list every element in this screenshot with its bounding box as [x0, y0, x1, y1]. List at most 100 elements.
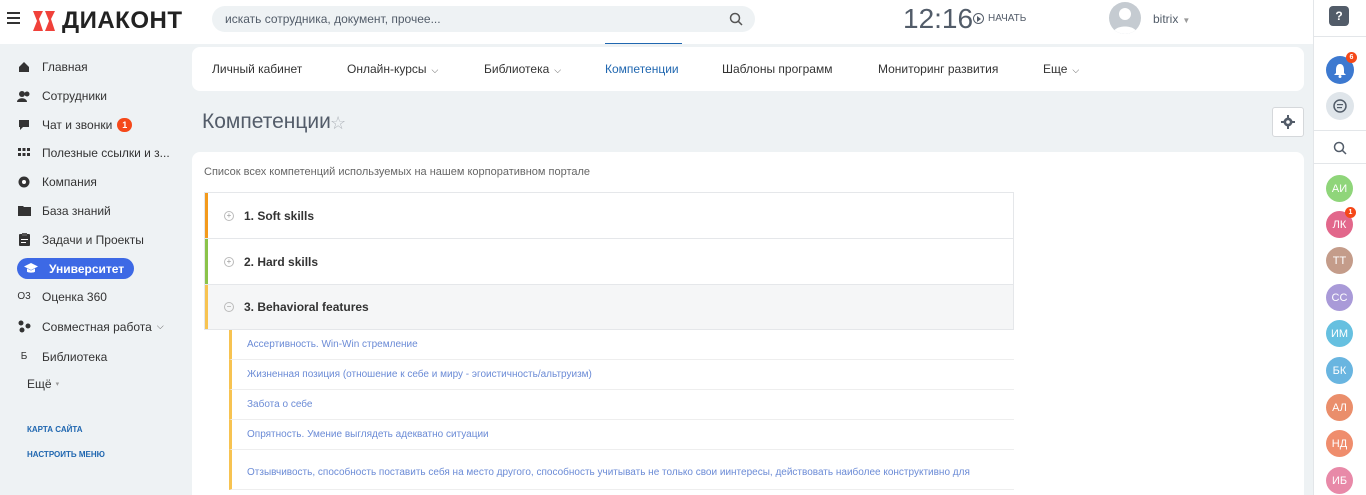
sidebar-item-university[interactable]: Университет — [17, 258, 135, 279]
contact-avatar[interactable]: АЛ — [1326, 394, 1353, 421]
caret-down-icon: ▼ — [1182, 16, 1191, 25]
logo-icon[interactable] — [29, 7, 59, 35]
tasks-icon — [17, 233, 31, 247]
section-label: 1. Soft skills — [244, 208, 315, 223]
list-item[interactable]: Ассертивность. Win-Win стремление — [229, 330, 1014, 360]
tab-development-monitoring[interactable]: Мониторинг развития — [878, 62, 998, 76]
chat-bubble-icon — [1333, 99, 1347, 113]
bell-icon — [1334, 63, 1346, 78]
start-workday-button[interactable]: НАЧАТЬ — [973, 13, 1026, 24]
chevron-down-icon: ⌵ — [1072, 65, 1080, 75]
chevron-down-icon: ⌵ — [431, 65, 439, 75]
tab-more[interactable]: Еще ⌵ — [1043, 62, 1079, 76]
sitemap-link[interactable]: КАРТА САЙТА — [27, 425, 83, 434]
sidebar-item-label: База знаний — [42, 203, 111, 218]
graduation-cap-icon — [24, 262, 38, 276]
active-tab-underline — [605, 43, 682, 44]
contact-avatar[interactable]: ЛК 1 — [1326, 207, 1356, 238]
section-color-bar — [205, 239, 208, 284]
contact-avatar[interactable]: АИ — [1326, 175, 1353, 202]
home-icon — [17, 60, 31, 74]
sidebar-item-assessment[interactable]: O3 Оценка 360 — [17, 286, 117, 307]
section-hard-skills[interactable]: + 2. Hard skills — [204, 238, 1014, 284]
divider — [1314, 130, 1366, 131]
menu-burger-icon[interactable] — [7, 12, 21, 26]
top-menu: Личный кабинет Онлайн-курсы ⌵ Библиотека ⌵… — [192, 47, 1304, 91]
tab-online-courses[interactable]: Онлайн-курсы ⌵ — [347, 62, 438, 76]
settings-button[interactable] — [1272, 107, 1304, 137]
sidebar-item-library[interactable]: Б Библиотека — [17, 346, 117, 367]
contact-avatar[interactable]: ТТ — [1326, 247, 1353, 274]
sidebar-item-employees[interactable]: Сотрудники — [17, 85, 117, 106]
expand-icon[interactable]: + — [224, 210, 234, 221]
list-item[interactable]: Опрятность. Умение выглядеть адекватно с… — [229, 420, 1014, 450]
section-label: 2. Hard skills — [244, 254, 319, 269]
contact-avatar[interactable]: БК — [1326, 357, 1353, 384]
sidebar-item-chat[interactable]: Чат и звонки 1 — [17, 114, 142, 135]
page-title: Компетенции — [202, 110, 331, 133]
tab-label: Еще — [1043, 62, 1068, 76]
tab-label: Шаблоны программ — [722, 62, 833, 76]
sidebar-item-label: Университет — [49, 261, 125, 276]
sidebar-item-label: Сотрудники — [42, 88, 107, 103]
sidebar-item-home[interactable]: Главная — [17, 56, 98, 77]
play-icon — [973, 13, 984, 24]
expand-icon[interactable]: + — [224, 256, 234, 267]
page-description: Список всех компетенций используемых на … — [204, 166, 591, 178]
sidebar-item-label: Задачи и Проекты — [42, 232, 144, 247]
sidebar-item-knowledge-base[interactable]: База знаний — [17, 200, 121, 221]
gear-icon — [1281, 115, 1295, 129]
section-behavioral-features[interactable]: − 3. Behavioral features — [204, 284, 1014, 330]
user-menu[interactable]: bitrix ▼ — [1153, 12, 1190, 26]
sidebar-item-label: Компания — [42, 174, 97, 189]
contact-avatar[interactable]: ИБ — [1326, 467, 1353, 494]
contact-avatar[interactable]: НД — [1326, 430, 1353, 457]
collab-icon — [17, 320, 31, 334]
contact-avatar[interactable]: ИМ — [1326, 320, 1353, 347]
contact-badge: 1 — [1345, 207, 1356, 218]
tab-label: Библиотека — [484, 62, 550, 76]
clock: 12:16 — [903, 3, 974, 34]
section-soft-skills[interactable]: + 1. Soft skills — [204, 192, 1014, 238]
search-input[interactable]: искать сотрудника, документ, прочее... — [212, 6, 755, 32]
list-item[interactable]: Жизненная позиция (отношение к себе и ми… — [229, 360, 1014, 390]
username: bitrix — [1153, 12, 1179, 26]
tab-competencies[interactable]: Компетенции — [605, 62, 679, 76]
sidebar-more[interactable]: Ещё ▾ — [27, 373, 69, 394]
search-icon[interactable] — [729, 12, 743, 26]
messenger-button[interactable] — [1326, 92, 1354, 120]
sidebar-item-company[interactable]: Компания — [17, 171, 107, 192]
star-icon[interactable]: ☆ — [330, 113, 346, 134]
tab-library[interactable]: Библиотека ⌵ — [484, 62, 561, 76]
sidebar-item-label: Оценка 360 — [42, 289, 107, 304]
contact-avatar[interactable]: СС — [1326, 284, 1353, 311]
search-icon[interactable] — [1333, 141, 1347, 155]
o3-icon: O3 — [17, 291, 31, 302]
sidebar-item-collaboration[interactable]: Совместная работа ⌵ — [17, 316, 174, 337]
company-icon — [17, 175, 31, 189]
chat-badge: 1 — [117, 117, 133, 132]
tab-label: Онлайн-курсы — [347, 62, 427, 76]
folder-icon — [17, 204, 31, 218]
collapse-icon[interactable]: − — [224, 302, 234, 312]
sidebar-item-tasks[interactable]: Задачи и Проекты — [17, 229, 154, 250]
search-placeholder: искать сотрудника, документ, прочее... — [225, 12, 441, 26]
logo-text[interactable]: ДИАКОНТ — [62, 7, 183, 35]
list-item[interactable]: Забота о себе — [229, 390, 1014, 420]
chevron-down-icon: ⌵ — [156, 321, 164, 331]
notifications-button[interactable]: 6 — [1326, 52, 1357, 84]
tab-label: Мониторинг развития — [878, 62, 999, 76]
list-item[interactable]: Отзывчивость, способность поставить себя… — [229, 450, 1014, 490]
tab-label: Компетенции — [605, 62, 679, 76]
users-icon — [17, 89, 31, 103]
avatar[interactable] — [1109, 2, 1141, 34]
divider — [1314, 36, 1366, 37]
sidebar-more-label: Ещё — [27, 376, 52, 391]
right-sidebar: ? 6 АИ ЛК 1 ТТ СС ИМ БК АЛ НД ИБ — [1313, 0, 1366, 495]
contact-initials: ЛК — [1332, 218, 1347, 231]
tab-personal-cabinet[interactable]: Личный кабинет — [212, 62, 302, 76]
sidebar-item-links[interactable]: Полезные ссылки и з... — [17, 142, 180, 163]
tab-program-templates[interactable]: Шаблоны программ — [722, 62, 832, 76]
help-icon[interactable]: ? — [1329, 6, 1349, 26]
configure-menu-link[interactable]: НАСТРОИТЬ МЕНЮ — [27, 450, 105, 459]
